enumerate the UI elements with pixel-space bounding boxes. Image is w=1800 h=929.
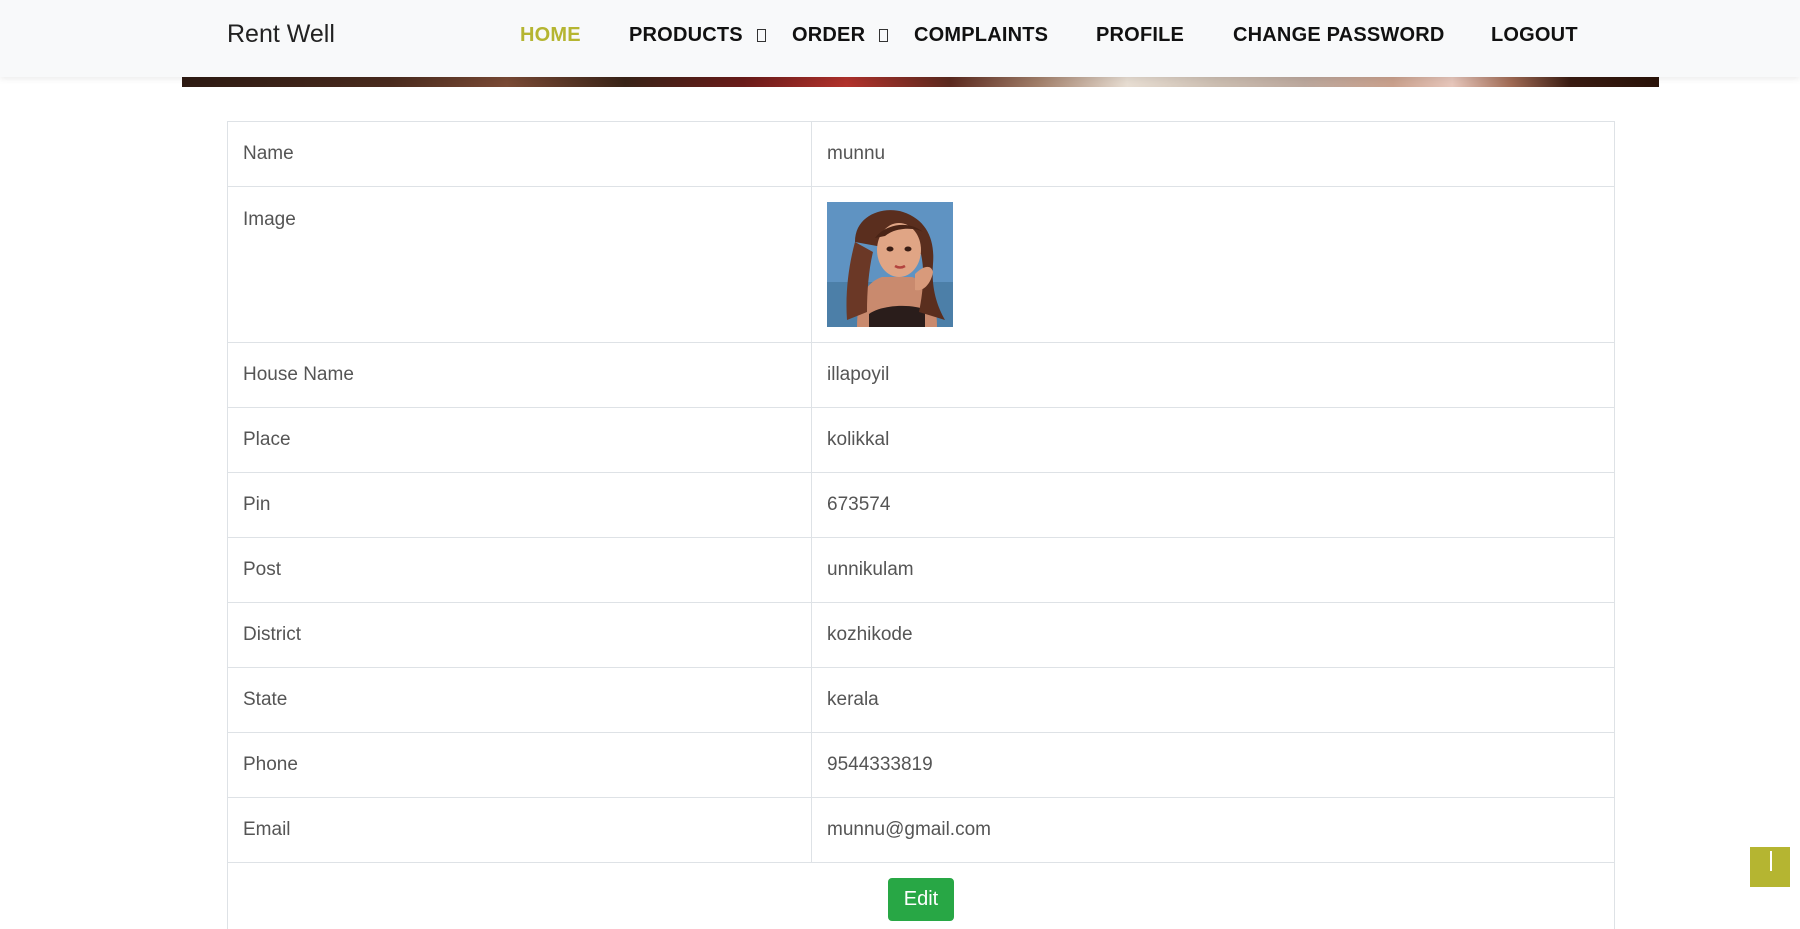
nav-products[interactable]: PRODUCTS — [629, 24, 766, 47]
table-row: District kozhikode — [227, 602, 1615, 668]
row-value: munnu@gmail.com — [811, 797, 1615, 863]
table-row: Image — [227, 186, 1615, 343]
back-to-top-button[interactable] — [1750, 847, 1790, 887]
nav-products-label: PRODUCTS — [629, 24, 743, 46]
nav-logout[interactable]: LOGOUT — [1491, 24, 1578, 47]
profile-table: Name munnu Image House Name illapoyil Pl… — [227, 121, 1615, 929]
edit-button[interactable]: Edit — [887, 878, 955, 921]
table-row: State kerala — [227, 667, 1615, 733]
row-label: State — [227, 667, 812, 733]
row-label: Place — [227, 407, 812, 473]
table-row: Email munnu@gmail.com — [227, 797, 1615, 863]
row-value: illapoyil — [811, 342, 1615, 408]
edit-cell: Edit — [227, 862, 1615, 929]
table-row: Name munnu — [227, 121, 1615, 187]
chevron-down-icon — [879, 29, 889, 42]
table-row: Phone 9544333819 — [227, 732, 1615, 798]
row-value: kolikkal — [811, 407, 1615, 473]
row-label: Pin — [227, 472, 812, 538]
row-value: unnikulam — [811, 537, 1615, 603]
profile-avatar — [827, 202, 953, 327]
avatar-illustration — [827, 202, 953, 327]
table-row: House Name illapoyil — [227, 342, 1615, 408]
row-value: kerala — [811, 667, 1615, 733]
row-label: Post — [227, 537, 812, 603]
table-row: Place kolikkal — [227, 407, 1615, 473]
top-navbar: Rent Well HOME PRODUCTS ORDER COMPLAINTS… — [0, 0, 1800, 77]
arrow-up-icon — [1770, 851, 1772, 871]
nav-change-password[interactable]: CHANGE PASSWORD — [1233, 24, 1445, 47]
row-value: 9544333819 — [811, 732, 1615, 798]
table-row: Edit — [227, 862, 1615, 929]
row-label: Image — [227, 186, 812, 343]
nav-complaints[interactable]: COMPLAINTS — [914, 24, 1048, 47]
row-label: House Name — [227, 342, 812, 408]
nav-profile[interactable]: PROFILE — [1096, 24, 1184, 47]
table-row: Pin 673574 — [227, 472, 1615, 538]
profile-card: Name munnu Image House Name illapoyil Pl… — [227, 121, 1615, 929]
row-value — [811, 186, 1615, 343]
row-label: District — [227, 602, 812, 668]
table-row: Post unnikulam — [227, 537, 1615, 603]
nav-home[interactable]: HOME — [520, 24, 581, 47]
chevron-down-icon — [756, 29, 766, 42]
row-value: kozhikode — [811, 602, 1615, 668]
nav-order-label: ORDER — [792, 24, 866, 46]
row-label: Email — [227, 797, 812, 863]
row-label: Name — [227, 121, 812, 187]
row-value: munnu — [811, 121, 1615, 187]
row-label: Phone — [227, 732, 812, 798]
row-value: 673574 — [811, 472, 1615, 538]
brand-logo[interactable]: Rent Well — [227, 20, 335, 49]
nav-order[interactable]: ORDER — [792, 24, 889, 47]
